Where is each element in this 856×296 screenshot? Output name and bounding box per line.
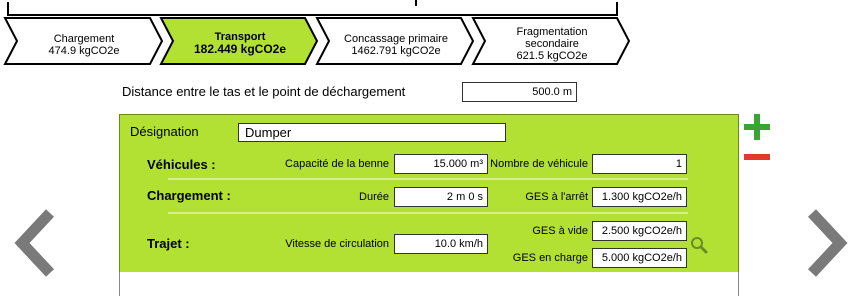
chargement-title: Chargement : [147,188,231,203]
ges-loaded-label: GES en charge [512,252,588,264]
duration-field[interactable]: 2 m 0 s [394,187,488,207]
chevron-right-icon[interactable] [806,208,848,278]
step-chargement-name: Chargement [53,33,115,45]
step-transport[interactable]: Transport 182.449 kgCO2e [175,31,305,55]
ges-stop-field[interactable]: 1.300 kgCO2e/h [592,187,687,207]
separator [168,212,688,214]
distance-label: Distance entre le tas et le point de déc… [122,84,406,99]
panel-lower-area [119,272,739,296]
step-fragmentation-name-line2: secondaire [525,38,579,50]
vehicle-count-field[interactable]: 1 [592,154,687,174]
designation-label: Désignation [130,124,199,139]
search-icon[interactable] [690,236,708,254]
step-fragmentation[interactable]: Fragmentation secondaire 621.5 kgCO2e [487,26,617,62]
step-chargement-value: 474.9 kgCO2e [48,45,120,57]
vehicules-title: Véhicules : [147,157,216,172]
designation-input[interactable]: Dumper [238,123,506,142]
speed-field[interactable]: 10.0 km/h [394,234,488,254]
vehicle-count-label: Nombre de véhicule [490,158,588,170]
ges-empty-label: GES à vide [532,225,588,237]
capacity-label: Capacité de la benne [285,158,389,170]
capacity-field[interactable]: 15.000 m³ [394,154,488,174]
trajet-title: Trajet : [147,236,190,251]
step-fragmentation-name-line1: Fragmentation [516,26,588,38]
step-chargement[interactable]: Chargement 474.9 kgCO2e [20,33,148,57]
step-concassage-name: Concassage primaire [344,33,448,45]
step-transport-value: 182.449 kgCO2e [193,42,287,56]
step-concassage-value: 1462.791 kgCO2e [351,45,441,57]
minus-icon[interactable] [744,154,770,160]
separator [168,178,688,180]
speed-label: Vitesse de circulation [285,238,389,250]
chevron-left-icon[interactable] [14,208,56,278]
ges-empty-field[interactable]: 2.500 kgCO2e/h [592,221,687,241]
duration-label: Durée [359,191,389,203]
ges-loaded-field[interactable]: 5.000 kgCO2e/h [592,248,687,268]
step-fragmentation-value: 621.5 kgCO2e [516,50,588,62]
ges-stop-label: GES à l'arrêt [525,191,588,203]
plus-icon[interactable] [744,114,770,140]
distance-field[interactable]: 500.0 m [462,82,577,102]
step-concassage[interactable]: Concassage primaire 1462.791 kgCO2e [331,33,461,57]
